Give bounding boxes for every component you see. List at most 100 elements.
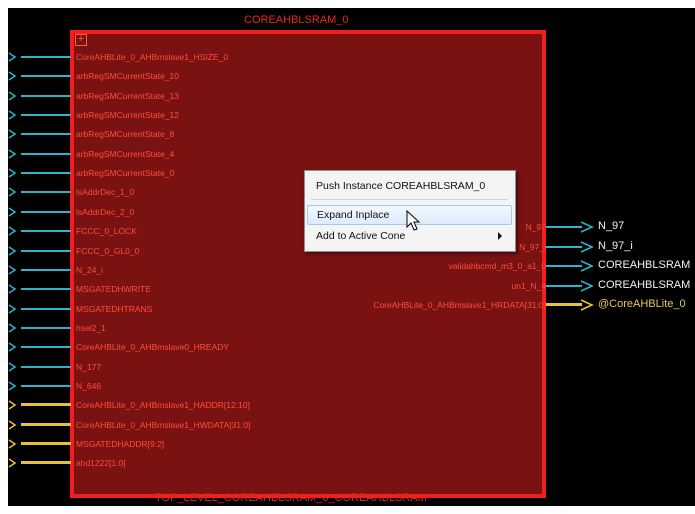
- submenu-arrow-icon: [498, 232, 502, 240]
- pin-label: arbRegSMCurrentState_0: [76, 168, 175, 179]
- pin-arrow-icon: [8, 91, 17, 101]
- pin-wire: [546, 245, 582, 248]
- input-pin[interactable]: CoreAHBLite_0_AHBmslave1_HWDATA[31:0]: [8, 418, 308, 432]
- input-pin[interactable]: lsAddrDec_1_0: [8, 185, 308, 199]
- menu-separator: [311, 199, 507, 200]
- pin-label: N_646: [76, 380, 102, 391]
- pin-label: MSGATEDHADDR[9:2]: [76, 439, 165, 449]
- instance-celltype-label: TOP_LEVEL_COREAHBLSRAM_0_COREAHBLSRAM: [155, 492, 427, 504]
- output-pin[interactable]: CoreAHBLite_0_AHBmslave1_HRDATA[31:0] @Co…: [8, 298, 695, 312]
- net-label: @CoreAHBLite_0: [598, 298, 686, 310]
- menu-item-label: Expand Inplace: [317, 209, 390, 221]
- pin-arrow-icon: [8, 420, 17, 430]
- pin-label: un1_N_4: [511, 280, 546, 291]
- input-pin[interactable]: hsel2_1: [8, 321, 308, 335]
- instance-name-label: COREAHBLSRAM_0: [244, 14, 349, 26]
- pin-wire: [546, 284, 582, 287]
- input-pin[interactable]: arbRegSMCurrentState_0: [8, 166, 308, 180]
- pin-arrow-icon: [8, 110, 17, 120]
- pin-label: arbRegSMCurrentState_13: [76, 90, 180, 101]
- pin-wire: [21, 210, 71, 213]
- pin-arrow-icon: [8, 129, 17, 140]
- pin-arrow-icon: [8, 342, 17, 352]
- pin-wire: [546, 226, 582, 228]
- menu-item-push-instance[interactable]: Push Instance COREAHBLSRAM_0: [307, 176, 512, 196]
- pin-label: arbRegSMCurrentState_4: [76, 148, 175, 159]
- pin-arrow-icon: [580, 240, 594, 253]
- pin-wire: [21, 365, 71, 368]
- pin-arrow-icon: [580, 299, 594, 311]
- pin-arrow-icon: [8, 458, 17, 468]
- pin-wire: [21, 172, 71, 175]
- input-pin[interactable]: arbRegSMCurrentState_8: [8, 127, 308, 141]
- net-label: N_97_i: [598, 239, 633, 252]
- pin-wire: [546, 265, 582, 267]
- pin-label: arbRegSMCurrentState_12: [76, 110, 180, 121]
- output-pin[interactable]: un1_N_4 COREAHBLSRAM: [8, 279, 695, 293]
- net-label: N_97: [598, 220, 625, 232]
- net-label: COREAHBLSRAM: [598, 259, 691, 271]
- pin-label: hsel2_1: [76, 322, 106, 333]
- input-pin[interactable]: arbRegSMCurrentState_10: [8, 69, 308, 83]
- pin-wire: [546, 303, 582, 306]
- pin-wire: [21, 94, 71, 97]
- pin-wire: [21, 384, 71, 387]
- input-pin[interactable]: arbRegSMCurrentState_13: [8, 89, 308, 103]
- pin-wire: [21, 326, 71, 329]
- input-pin[interactable]: CoreAHBLite_0_AHBmslave1_HSIZE_0: [8, 50, 308, 64]
- input-pin[interactable]: lsAddrDec_2_0: [8, 205, 308, 219]
- pin-arrow-icon: [580, 221, 594, 233]
- mouse-cursor-icon: [406, 210, 421, 231]
- pin-label: CoreAHBLite_0_AHBmslave1_HWDATA[31:0]: [76, 419, 251, 430]
- expand-icon[interactable]: +: [75, 34, 87, 46]
- pin-arrow-icon: [8, 71, 17, 81]
- input-pin[interactable]: N_646: [8, 379, 308, 393]
- pin-label: ahd1222[1:0]: [76, 458, 126, 469]
- menu-item-label: Add to Active Cone: [316, 230, 406, 242]
- pin-label: CoreAHBLite_0_AHBmslave1_HADDR[12:10]: [76, 400, 250, 411]
- pin-wire: [21, 461, 71, 465]
- pin-label: CoreAHBLite_0_AHBmslave1_HSIZE_0: [76, 52, 229, 62]
- input-pin[interactable]: arbRegSMCurrentState_4: [8, 147, 308, 161]
- pin-wire: [21, 191, 71, 194]
- pin-label: validahbcmd_m3_0_a1_0: [448, 261, 546, 271]
- pin-wire: [21, 422, 71, 426]
- pin-label: arbRegSMCurrentState_10: [76, 71, 180, 82]
- pin-label: arbRegSMCurrentState_8: [76, 129, 175, 140]
- input-pin[interactable]: MSGATEDHADDR[9:2]: [8, 437, 308, 451]
- pin-wire: [21, 133, 71, 136]
- input-pin[interactable]: arbRegSMCurrentState_12: [8, 108, 308, 122]
- pin-arrow-icon: [8, 52, 17, 62]
- pin-arrow-icon: [580, 279, 594, 292]
- schematic-canvas[interactable]: COREAHBLSRAM_0 + CoreAHBLite_0_AHBmslave…: [8, 8, 695, 506]
- input-pin[interactable]: N_177: [8, 360, 308, 374]
- pin-label: lsAddrDec_2_0: [76, 206, 135, 217]
- pin-label: CoreAHBLite_0_AHBmslave0_HREADY: [76, 342, 230, 353]
- pin-label: N_177: [76, 361, 102, 372]
- pin-arrow-icon: [8, 168, 17, 178]
- pin-wire: [21, 152, 71, 155]
- input-pin[interactable]: CoreAHBLite_0_AHBmslave0_HREADY: [8, 340, 308, 354]
- pin-wire: [21, 403, 71, 407]
- menu-item-label: Push Instance COREAHBLSRAM_0: [316, 180, 486, 192]
- pin-wire: [21, 56, 71, 58]
- pin-label: N_97_i: [519, 241, 546, 252]
- pin-label: CoreAHBLite_0_AHBmslave1_HRDATA[31:0]: [373, 300, 546, 310]
- pin-label: lsAddrDec_1_0: [76, 187, 135, 198]
- pin-arrow-icon: [8, 381, 17, 391]
- net-label: COREAHBLSRAM: [598, 278, 691, 291]
- pin-arrow-icon: [8, 187, 17, 198]
- pin-wire: [21, 346, 71, 349]
- pin-arrow-icon: [580, 260, 594, 272]
- pin-wire: [21, 114, 71, 117]
- output-pin[interactable]: validahbcmd_m3_0_a1_0 COREAHBLSRAM: [8, 259, 695, 273]
- pin-label: N_97: [525, 222, 546, 232]
- pin-arrow-icon: [8, 207, 17, 217]
- input-pin[interactable]: ahd1222[1:0]: [8, 456, 308, 470]
- pin-arrow-icon: [8, 400, 17, 410]
- pin-arrow-icon: [8, 439, 17, 449]
- pin-arrow-icon: [8, 323, 17, 333]
- pin-arrow-icon: [8, 361, 17, 372]
- input-pin[interactable]: CoreAHBLite_0_AHBmslave1_HADDR[12:10]: [8, 398, 308, 412]
- pin-wire: [21, 442, 71, 445]
